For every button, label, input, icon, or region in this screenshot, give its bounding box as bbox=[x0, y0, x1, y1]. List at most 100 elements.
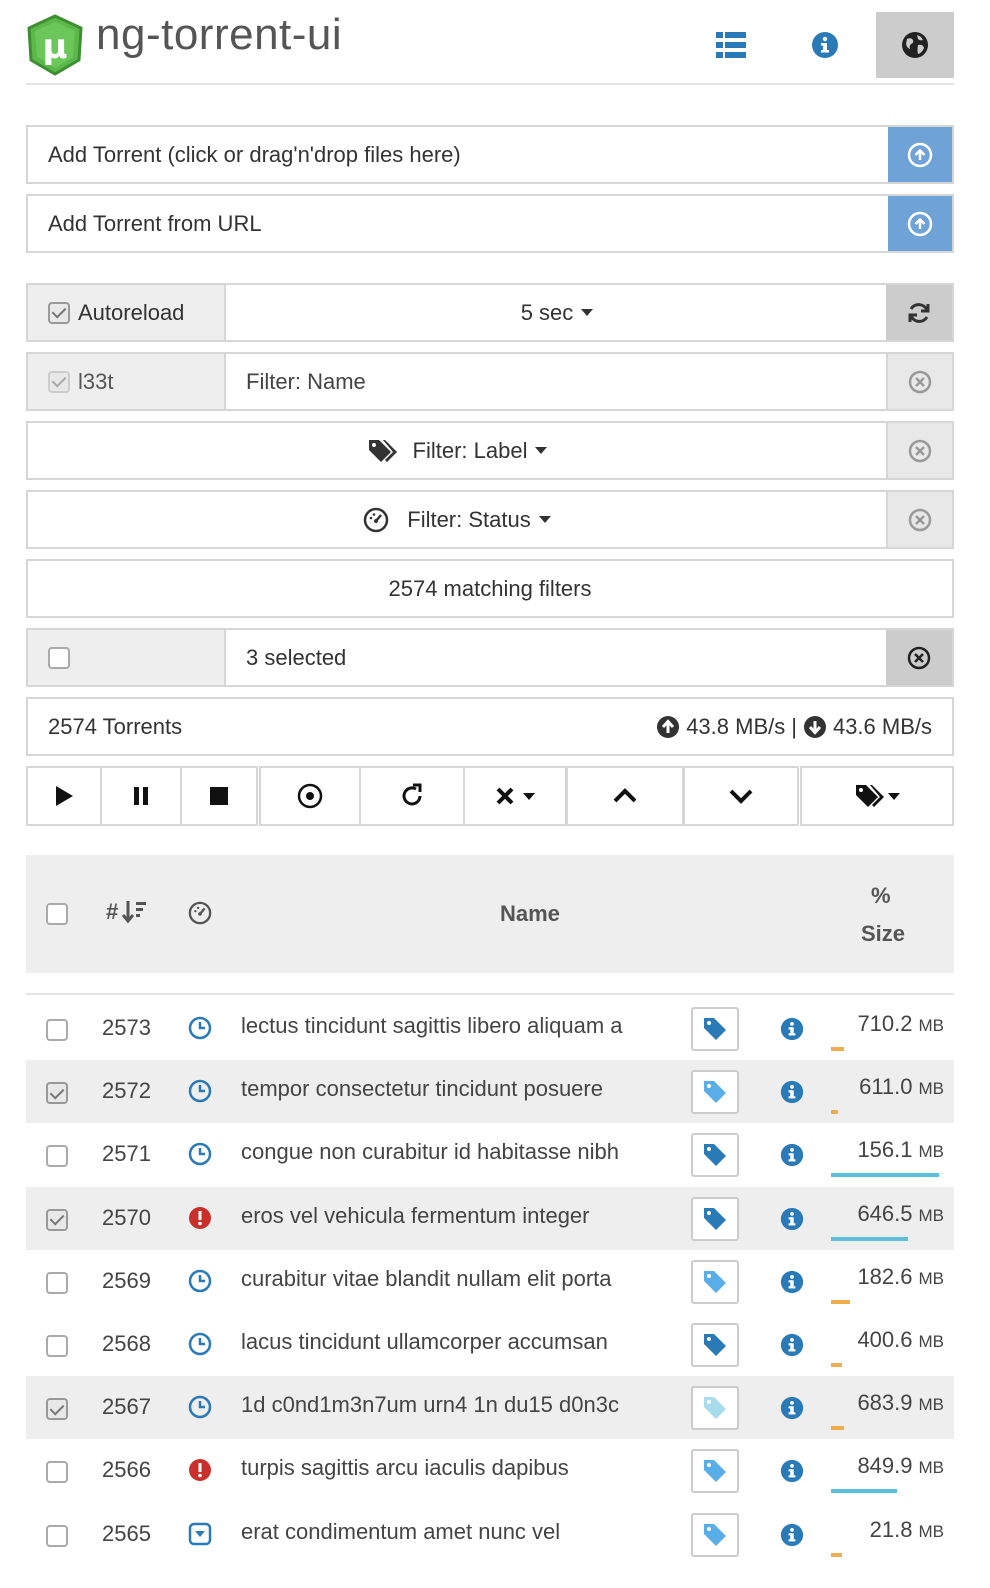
table-row[interactable]: 2572 tempor consectetur tincidunt posuere… bbox=[26, 1060, 954, 1124]
reload-interval-dropdown[interactable]: 5 sec bbox=[228, 285, 886, 340]
upload-url-button[interactable] bbox=[888, 196, 952, 251]
l33t-checkbox[interactable] bbox=[48, 370, 70, 393]
row-checkbox[interactable] bbox=[46, 1524, 68, 1547]
pause-button[interactable] bbox=[100, 766, 182, 826]
clear-label-filter-button[interactable] bbox=[886, 423, 952, 478]
add-torrent-file-row[interactable]: Add Torrent (click or drag'n'drop files … bbox=[26, 125, 954, 184]
row-label-button[interactable] bbox=[691, 1070, 739, 1115]
l33t-toggle[interactable]: l33t bbox=[28, 354, 226, 409]
row-checkbox[interactable] bbox=[46, 1208, 68, 1231]
about-button[interactable] bbox=[786, 12, 864, 78]
tag-icon bbox=[704, 1207, 726, 1230]
download-circle-icon bbox=[803, 715, 826, 738]
row-name[interactable]: curabitur vitae blandit nullam elit port… bbox=[241, 1266, 681, 1292]
row-name[interactable]: erat condimentum amet nunc vel bbox=[241, 1519, 681, 1545]
row-checkbox[interactable] bbox=[46, 1082, 68, 1105]
queue-up-button[interactable] bbox=[566, 766, 684, 826]
list-view-button[interactable] bbox=[692, 12, 770, 78]
stats-row: 2574 Torrents 43.8 MB/s | 43.6 MB/s bbox=[26, 697, 954, 756]
table-row[interactable]: 2569 curabitur vitae blandit nullam elit … bbox=[26, 1250, 954, 1313]
add-torrent-url-row[interactable]: Add Torrent from URL bbox=[26, 194, 954, 253]
row-checkbox[interactable] bbox=[46, 1145, 68, 1168]
record-icon bbox=[297, 783, 323, 809]
row-label-button[interactable] bbox=[691, 1449, 739, 1494]
table-row[interactable]: 2571 congue non curabitur id habitasse ni… bbox=[26, 1123, 954, 1186]
row-size-unit: MB bbox=[918, 1458, 945, 1478]
row-info-icon[interactable] bbox=[780, 1017, 804, 1041]
refresh-button[interactable] bbox=[886, 285, 952, 340]
status-filter-dropdown[interactable]: Filter: Status bbox=[28, 492, 886, 547]
row-info-icon[interactable] bbox=[780, 1143, 804, 1167]
row-size-unit: MB bbox=[918, 1142, 945, 1162]
size-header[interactable]: Size bbox=[861, 921, 905, 947]
row-name[interactable]: lacus tincidunt ullamcorper accumsan bbox=[241, 1329, 681, 1355]
status-filter-row: Filter: Status bbox=[26, 490, 954, 549]
header-select-all-checkbox[interactable] bbox=[46, 903, 68, 925]
stop-icon bbox=[210, 787, 228, 805]
reannounce-button[interactable] bbox=[359, 766, 465, 826]
autoreload-toggle[interactable]: Autoreload bbox=[28, 285, 226, 340]
table-row[interactable]: 2570 eros vel vehicula fermentum integer 6… bbox=[26, 1186, 954, 1250]
clear-name-filter-button[interactable] bbox=[886, 354, 952, 409]
clear-status-filter-button[interactable] bbox=[886, 492, 952, 547]
row-label-button[interactable] bbox=[691, 1323, 739, 1367]
app-logo: µ bbox=[26, 14, 84, 76]
row-name[interactable]: 1d c0nd1m3n7um urn4 1n du15 d0n3c bbox=[241, 1392, 681, 1418]
clear-selection-button[interactable] bbox=[886, 630, 952, 685]
error-icon bbox=[188, 1458, 212, 1482]
sort-by-status[interactable] bbox=[188, 901, 212, 930]
row-checkbox[interactable] bbox=[46, 1461, 68, 1484]
autoreload-checkbox[interactable] bbox=[48, 301, 70, 324]
pause-icon bbox=[134, 787, 148, 805]
row-size-value: 21.8 bbox=[869, 1516, 913, 1542]
upload-file-button[interactable] bbox=[888, 127, 952, 182]
table-row[interactable]: 2565 erat condimentum amet nunc vel 21.8 MB bbox=[26, 1503, 954, 1566]
row-label-button[interactable] bbox=[691, 1196, 739, 1241]
row-name[interactable]: lectus tincidunt sagittis libero aliquam… bbox=[241, 1013, 681, 1039]
percent-header[interactable]: % bbox=[871, 883, 891, 909]
row-size-unit: MB bbox=[918, 1079, 945, 1099]
row-name[interactable]: tempor consectetur tincidunt posuere bbox=[241, 1076, 681, 1102]
row-info-icon[interactable] bbox=[780, 1523, 804, 1547]
label-filter-dropdown[interactable]: Filter: Label bbox=[28, 423, 886, 478]
row-label-button[interactable] bbox=[691, 1512, 739, 1557]
row-label-button[interactable] bbox=[691, 1007, 739, 1051]
row-progress-bar bbox=[831, 1299, 850, 1304]
row-label-button[interactable] bbox=[691, 1133, 739, 1178]
row-name[interactable]: congue non curabitur id habitasse nibh bbox=[241, 1139, 681, 1165]
sort-by-number[interactable]: # bbox=[106, 899, 148, 925]
table-row[interactable]: 2567 1d c0nd1m3n7um urn4 1n du15 d0n3c 683… bbox=[26, 1376, 954, 1440]
select-all-toggle[interactable] bbox=[28, 630, 226, 685]
row-checkbox[interactable] bbox=[46, 1398, 68, 1421]
row-info-icon[interactable] bbox=[780, 1396, 804, 1420]
name-filter-input[interactable]: Filter: Name bbox=[246, 354, 366, 409]
row-info-icon[interactable] bbox=[780, 1207, 804, 1231]
row-checkbox[interactable] bbox=[46, 1019, 68, 1041]
row-size-value: 849.9 bbox=[857, 1453, 913, 1479]
queue-down-button[interactable] bbox=[683, 766, 799, 826]
start-button[interactable] bbox=[26, 766, 102, 826]
recheck-button[interactable] bbox=[259, 766, 361, 826]
table-row[interactable]: 2566 turpis sagittis arcu iaculis dapibus… bbox=[26, 1439, 954, 1502]
table-row[interactable]: 2573 lectus tincidunt sagittis libero ali… bbox=[26, 997, 954, 1060]
row-info-icon[interactable] bbox=[780, 1270, 804, 1294]
row-name[interactable]: eros vel vehicula fermentum integer bbox=[241, 1203, 681, 1229]
table-row[interactable]: 2568 lacus tincidunt ullamcorper accumsan… bbox=[26, 1313, 954, 1376]
select-all-checkbox[interactable] bbox=[48, 646, 70, 669]
row-name[interactable]: turpis sagittis arcu iaculis dapibus bbox=[241, 1455, 681, 1481]
row-checkbox[interactable] bbox=[46, 1271, 68, 1294]
row-checkbox[interactable] bbox=[46, 1335, 68, 1357]
row-label-button[interactable] bbox=[691, 1259, 739, 1304]
row-info-icon[interactable] bbox=[780, 1459, 804, 1483]
label-dropdown-button[interactable] bbox=[800, 766, 954, 826]
row-info-icon[interactable] bbox=[780, 1333, 804, 1357]
table-header-divider bbox=[26, 993, 954, 995]
clock-icon bbox=[188, 1269, 212, 1293]
row-label-button[interactable] bbox=[691, 1386, 739, 1431]
name-header[interactable]: Name bbox=[500, 901, 560, 927]
row-info-icon[interactable] bbox=[780, 1080, 804, 1104]
label-filter-text: Filter: Label bbox=[412, 437, 528, 463]
stop-button[interactable] bbox=[180, 766, 258, 826]
remove-dropdown-button[interactable] bbox=[463, 766, 567, 826]
webui-button[interactable] bbox=[876, 12, 954, 78]
